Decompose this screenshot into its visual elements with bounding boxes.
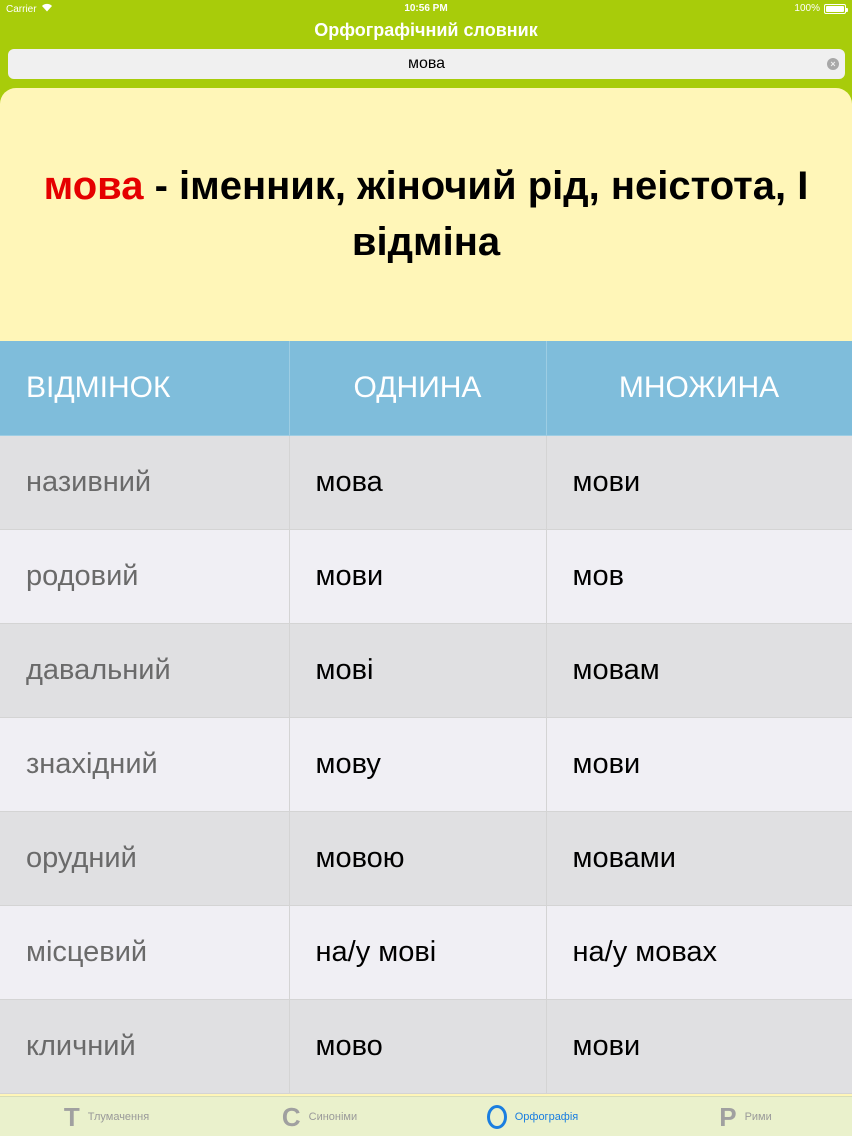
- tab-bar: Т Тлумачення С Синоніми О Орфографія Р Р…: [0, 1096, 852, 1136]
- battery-indicator: 100%: [794, 3, 848, 14]
- case-name: називний: [0, 435, 290, 530]
- header-plural: МНОЖИНА: [546, 341, 852, 436]
- table-row: давальний мові мовам: [0, 623, 852, 718]
- tab-label: Рими: [744, 1110, 772, 1123]
- letter-s-icon: С: [281, 1101, 301, 1132]
- table-row: родовий мови мов: [0, 529, 852, 624]
- header-singular: ОДНИНА: [289, 341, 547, 436]
- plural-form: мовам: [546, 623, 852, 718]
- tab-orthography[interactable]: О Орфографія: [426, 1097, 639, 1136]
- table-row: знахідний мову мови: [0, 717, 852, 812]
- search-input[interactable]: [36, 55, 817, 73]
- letter-o-icon: О: [486, 1104, 507, 1129]
- battery-icon: [824, 3, 848, 14]
- case-name: кличний: [0, 999, 290, 1094]
- status-time: 10:56 PM: [404, 3, 448, 14]
- tab-definitions[interactable]: Т Тлумачення: [0, 1097, 213, 1136]
- singular-form: мова: [289, 435, 547, 530]
- table-row: орудний мовою мовами: [0, 811, 852, 906]
- singular-form: мови: [289, 529, 547, 624]
- search-bar[interactable]: ×: [8, 49, 845, 79]
- letter-r-icon: Р: [719, 1101, 737, 1132]
- page-title: Орфографічний словник: [314, 20, 538, 40]
- case-name: знахідний: [0, 717, 290, 812]
- declension-table: ВІДМІНОК ОДНИНА МНОЖИНА називний мова мо…: [0, 341, 852, 1094]
- table-row: кличний мово мови: [0, 999, 852, 1094]
- tab-synonyms[interactable]: С Синоніми: [213, 1097, 426, 1136]
- battery-label: 100%: [794, 3, 820, 14]
- tab-label: Тлумачення: [87, 1110, 150, 1123]
- singular-form: мові: [289, 623, 547, 718]
- singular-form: мовою: [289, 811, 547, 906]
- plural-form: мов: [546, 529, 852, 624]
- plural-form: мови: [546, 717, 852, 812]
- case-name: родовий: [0, 529, 290, 624]
- plural-form: мови: [546, 435, 852, 530]
- case-name: місцевий: [0, 905, 290, 1000]
- header-case: ВІДМІНОК: [0, 341, 290, 436]
- case-name: давальний: [0, 623, 290, 718]
- tab-label: Орфографія: [514, 1110, 579, 1123]
- plural-form: на/у мовах: [546, 905, 852, 1000]
- entry-headline: мова - іменник, жіночий рід, неістота, I…: [20, 158, 832, 278]
- tab-rhymes[interactable]: Р Рими: [639, 1097, 852, 1136]
- plural-form: мовами: [546, 811, 852, 906]
- entry-word: мова: [43, 164, 144, 208]
- singular-form: мово: [289, 999, 547, 1094]
- letter-t-icon: Т: [63, 1101, 80, 1132]
- clear-icon[interactable]: ×: [827, 58, 839, 70]
- singular-form: на/у мові: [289, 905, 547, 1000]
- table-header-row: ВІДМІНОК ОДНИНА МНОЖИНА: [0, 341, 852, 436]
- tab-label: Синоніми: [308, 1110, 358, 1123]
- table-row: називний мова мови: [0, 435, 852, 530]
- plural-form: мови: [546, 999, 852, 1094]
- singular-form: мову: [289, 717, 547, 812]
- table-row: місцевий на/у мові на/у мовах: [0, 905, 852, 1000]
- case-name: орудний: [0, 811, 290, 906]
- status-bar: Carrier 10:56 PM 100%: [0, 0, 852, 18]
- entry-description: - іменник, жіночий рід, неістота, I відм…: [143, 164, 809, 264]
- entry-card: мова - іменник, жіночий рід, неістота, I…: [0, 88, 852, 1096]
